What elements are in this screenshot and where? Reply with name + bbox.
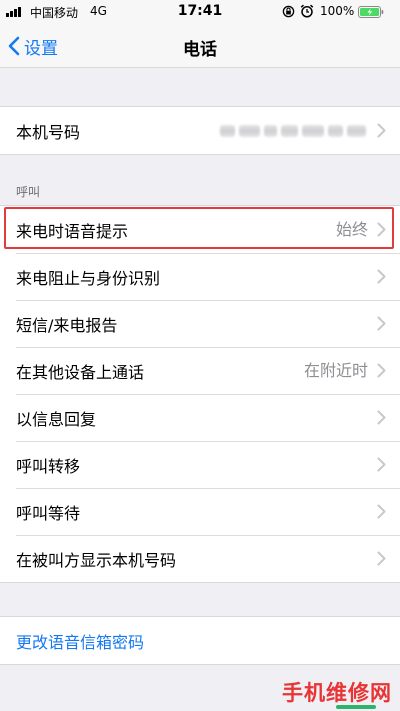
calls-other-devices-label: 在其他设备上通话 [16, 362, 145, 382]
respond-with-text-row[interactable]: 以信息回复 [0, 394, 400, 441]
blurred-phone-number [220, 125, 366, 137]
chevron-right-icon [377, 316, 386, 331]
my-number-row[interactable]: 本机号码 [0, 107, 400, 154]
respond-with-text-label: 以信息回复 [16, 409, 97, 429]
announce-calls-value: 始终 [335, 220, 368, 239]
lock-rotation-icon [282, 5, 295, 18]
call-blocking-row[interactable]: 来电阻止与身份识别 [0, 253, 400, 300]
battery-percentage: 100% [320, 4, 355, 18]
announce-calls-row[interactable]: 来电时语音提示 始终 [0, 206, 400, 253]
my-number-group: 本机号码 [0, 106, 400, 155]
chevron-right-icon [377, 363, 386, 378]
alarm-icon [300, 4, 314, 18]
announce-calls-label: 来电时语音提示 [16, 221, 129, 241]
show-caller-id-row[interactable]: 在被叫方显示本机号码 [0, 535, 400, 582]
show-caller-id-label: 在被叫方显示本机号码 [16, 550, 177, 570]
change-voicemail-password-row[interactable]: 更改语音信箱密码 [0, 617, 400, 664]
watermark-text: 手机维修网 [282, 681, 392, 705]
battery-icon [358, 6, 384, 18]
change-voicemail-password-link[interactable]: 更改语音信箱密码 [16, 629, 144, 653]
voicemail-group: 更改语音信箱密码 [0, 616, 400, 665]
chevron-right-icon [377, 410, 386, 425]
calls-section-header: 呼叫 [16, 185, 41, 199]
call-forwarding-row[interactable]: 呼叫转移 [0, 441, 400, 488]
sms-call-reporting-row[interactable]: 短信/来电报告 [0, 300, 400, 347]
chevron-right-icon [377, 123, 386, 138]
chevron-right-icon [377, 504, 386, 519]
calls-other-devices-row[interactable]: 在其他设备上通话 在附近时 [0, 347, 400, 394]
navigation-bar: 设置 电话 [0, 24, 400, 68]
chevron-right-icon [377, 222, 386, 237]
chevron-right-icon [377, 457, 386, 472]
sms-call-reporting-label: 短信/来电报告 [16, 315, 118, 335]
page-title: 电话 [183, 40, 217, 60]
call-waiting-label: 呼叫等待 [16, 503, 81, 523]
calls-group: 来电时语音提示 始终 来电阻止与身份识别 短信/来电报告 在其他设备上通话 在附… [0, 205, 400, 583]
chevron-right-icon [377, 269, 386, 284]
my-number-label: 本机号码 [16, 122, 81, 142]
call-blocking-label: 来电阻止与身份识别 [16, 268, 161, 288]
chevron-right-icon [377, 551, 386, 566]
calls-other-devices-value: 在附近时 [303, 361, 368, 380]
status-bar: 中国移动 4G 17:41 100% [0, 0, 400, 24]
call-forwarding-label: 呼叫转移 [16, 456, 81, 476]
watermark-underline [336, 705, 376, 709]
call-waiting-row[interactable]: 呼叫等待 [0, 488, 400, 535]
